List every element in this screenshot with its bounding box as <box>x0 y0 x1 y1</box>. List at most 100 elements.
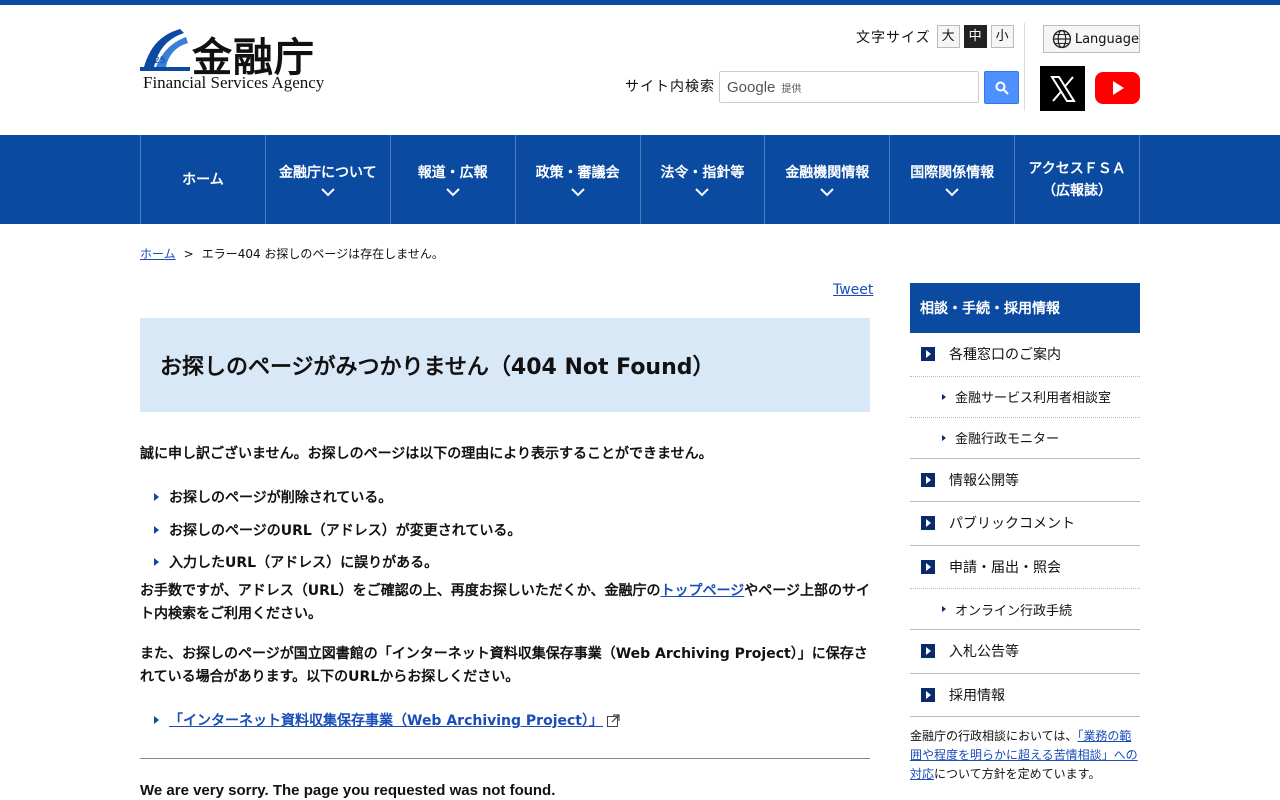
web-archiving-link[interactable]: 「インターネット資料収集保存事業（Web Archiving Project）」 <box>169 710 603 730</box>
youtube-social-button[interactable] <box>1095 72 1140 104</box>
reason-item: お探しのページのURL（アドレス）が変更されている。 <box>154 520 521 540</box>
reason-text: お探しのページのURL（アドレス）が変更されている。 <box>169 523 522 539</box>
x-social-button[interactable] <box>1040 66 1085 111</box>
sidebar-item-public-comment[interactable]: パブリックコメント <box>910 502 1140 546</box>
bullet-triangle-icon <box>154 493 159 501</box>
arrow-square-icon <box>921 516 935 531</box>
sidebar-item-applications[interactable]: 申請・届出・照会 <box>910 546 1140 589</box>
sidebar-item-label: 金融サービス利用者相談室 <box>955 391 1112 406</box>
reason-item: 入力したURL（アドレス）に誤りがある。 <box>154 552 438 572</box>
x-logo-icon <box>1049 75 1076 102</box>
sidebar-note-after: について方針を定めています。 <box>934 767 1101 781</box>
sidebar-item-label: 各種窓口のご案内 <box>949 347 1061 364</box>
bullet-triangle-icon <box>154 526 159 534</box>
bullet-triangle-icon <box>942 434 946 441</box>
sidebar-subitem-monitor[interactable]: 金融行政モニター <box>910 418 1140 459</box>
site-search-input[interactable]: Google 提供 <box>719 71 979 103</box>
fsa-emblem-icon: 25 <box>140 29 190 71</box>
nav-policy[interactable]: 政策・審議会 <box>516 135 641 224</box>
sidebar-subitem-online-procedures[interactable]: オンライン行政手続 <box>910 589 1140 630</box>
sidebar-item-label: 入札公告等 <box>949 644 1019 661</box>
nav-label: 国際関係情報 <box>910 165 995 181</box>
header-divider <box>1024 23 1025 111</box>
bullet-triangle-icon <box>942 393 946 400</box>
breadcrumb-home-link[interactable]: ホーム <box>140 247 176 261</box>
intro-text: 誠に申し訳ございません。お探しのページは以下の理由により表示することができません… <box>140 446 713 462</box>
nav-label: 金融庁について <box>279 165 377 181</box>
page-title-box: お探しのページがみつかりません（404 Not Found） <box>140 318 870 412</box>
site-header: 25 金融庁 Financial Services Agency 文字サイズ 大… <box>0 5 1280 135</box>
site-search-label: サイト内検索 <box>625 79 715 95</box>
reason-text: 入力したURL（アドレス）に誤りがある。 <box>169 555 439 571</box>
arrow-square-icon <box>921 472 935 487</box>
breadcrumb-separator: > <box>183 247 194 261</box>
sidebar: 相談・手続・採用情報 各種窓口のご案内 金融サービス利用者相談室 金融行政モニタ… <box>910 283 1140 784</box>
nav-label: アクセスＦＳＡ <box>1028 160 1126 177</box>
nav-home[interactable]: ホーム <box>141 135 266 224</box>
sidebar-heading: 相談・手続・採用情報 <box>910 283 1140 333</box>
arrow-square-icon <box>921 644 935 659</box>
sidebar-item-label: 情報公開等 <box>949 472 1019 489</box>
chevron-down-icon <box>945 188 959 197</box>
sidebar-item-contact[interactable]: 各種窓口のご案内 <box>910 333 1140 377</box>
search-button[interactable] <box>984 71 1019 104</box>
archive-link-item: 「インターネット資料収集保存事業（Web Archiving Project）」 <box>154 710 620 730</box>
tweet-link[interactable]: Tweet <box>833 282 873 298</box>
nav-press[interactable]: 報道・広報 <box>391 135 516 224</box>
nav-access-fsa[interactable]: アクセスＦＳＡ （広報誌） <box>1015 135 1140 224</box>
arrow-square-icon <box>921 687 935 702</box>
google-brand-text: Google <box>727 78 776 96</box>
font-size-large-button[interactable]: 大 <box>936 25 960 48</box>
nav-about[interactable]: 金融庁について <box>266 135 391 224</box>
guidance-text: お手数ですが、アドレス（URL）をご確認の上、再度お探しいただくか、金融庁のトッ… <box>140 580 870 626</box>
breadcrumb: ホーム > エラー404 お探しのページは存在しません。 <box>140 245 444 262</box>
english-sorry-text: We are very sorry. The page you requeste… <box>140 782 556 799</box>
svg-text:25: 25 <box>154 56 165 66</box>
sidebar-item-label: パブリックコメント <box>949 516 1075 533</box>
sidebar-item-bidding[interactable]: 入札公告等 <box>910 630 1140 674</box>
bullet-triangle-icon <box>154 716 159 724</box>
chevron-down-icon <box>820 188 835 197</box>
reason-text: お探しのページが削除されている。 <box>169 490 393 506</box>
section-divider <box>140 758 870 759</box>
sidebar-note-before: 金融庁の行政相談においては、 <box>910 729 1078 743</box>
reason-item: お探しのページが削除されている。 <box>154 487 392 507</box>
bullet-triangle-icon <box>154 558 159 566</box>
sidebar-subitem-consultation-room[interactable]: 金融サービス利用者相談室 <box>910 377 1140 418</box>
sidebar-item-label: 採用情報 <box>949 687 1005 704</box>
nav-international[interactable]: 国際関係情報 <box>890 135 1016 224</box>
nav-label: 金融機関情報 <box>785 165 870 181</box>
sidebar-item-disclosure[interactable]: 情報公開等 <box>910 459 1140 502</box>
arrow-square-icon <box>921 347 935 362</box>
sidebar-item-label: 申請・届出・照会 <box>949 559 1061 576</box>
guidance-text-before: お手数ですが、アドレス（URL）をご確認の上、再度お探しいただくか、金融庁の <box>140 583 661 599</box>
nav-laws[interactable]: 法令・指針等 <box>641 135 766 224</box>
chevron-down-icon <box>570 188 585 197</box>
global-nav: ホーム 金融庁について 報道・広報 政策・審議会 法令・指針等 金融機関情報 国… <box>0 135 1280 224</box>
chevron-down-icon <box>445 188 460 197</box>
sidebar-item-recruitment[interactable]: 採用情報 <box>910 674 1140 717</box>
nav-label: 政策・審議会 <box>535 165 620 181</box>
nav-institutions[interactable]: 金融機関情報 <box>765 135 891 224</box>
archive-text: また、お探しのページが国立図書館の「インターネット資料収集保存事業（Web Ar… <box>140 646 868 685</box>
fsa-logo[interactable]: 25 金融庁 Financial Services Agency <box>140 25 340 97</box>
arrow-square-icon <box>921 559 935 574</box>
nav-label: 報道・広報 <box>417 165 488 181</box>
font-size-medium-button[interactable]: 中 <box>963 25 987 48</box>
page-title: お探しのページがみつかりません（404 Not Found） <box>160 355 715 380</box>
nav-label: ホーム <box>182 171 224 188</box>
sidebar-note: 金融庁の行政相談においては、「業務の範囲や程度を明らかに超える苦情相談」への対応… <box>910 727 1140 784</box>
youtube-play-icon <box>1112 81 1124 95</box>
sidebar-item-label: 金融行政モニター <box>955 432 1060 447</box>
top-page-link[interactable]: トップページ <box>661 583 745 599</box>
search-icon <box>995 81 1009 95</box>
sidebar-item-label: オンライン行政手続 <box>955 603 1073 619</box>
nav-label: 法令・指針等 <box>660 165 745 181</box>
font-size-label: 文字サイズ <box>856 29 931 46</box>
font-size-small-button[interactable]: 小 <box>990 25 1014 48</box>
font-size-control: 文字サイズ 大 中 小 <box>856 25 1018 48</box>
language-button[interactable]: Language <box>1043 25 1140 53</box>
breadcrumb-current: エラー404 お探しのページは存在しません。 <box>201 247 444 261</box>
language-label: Language <box>1074 31 1139 47</box>
chevron-down-icon <box>695 188 710 197</box>
